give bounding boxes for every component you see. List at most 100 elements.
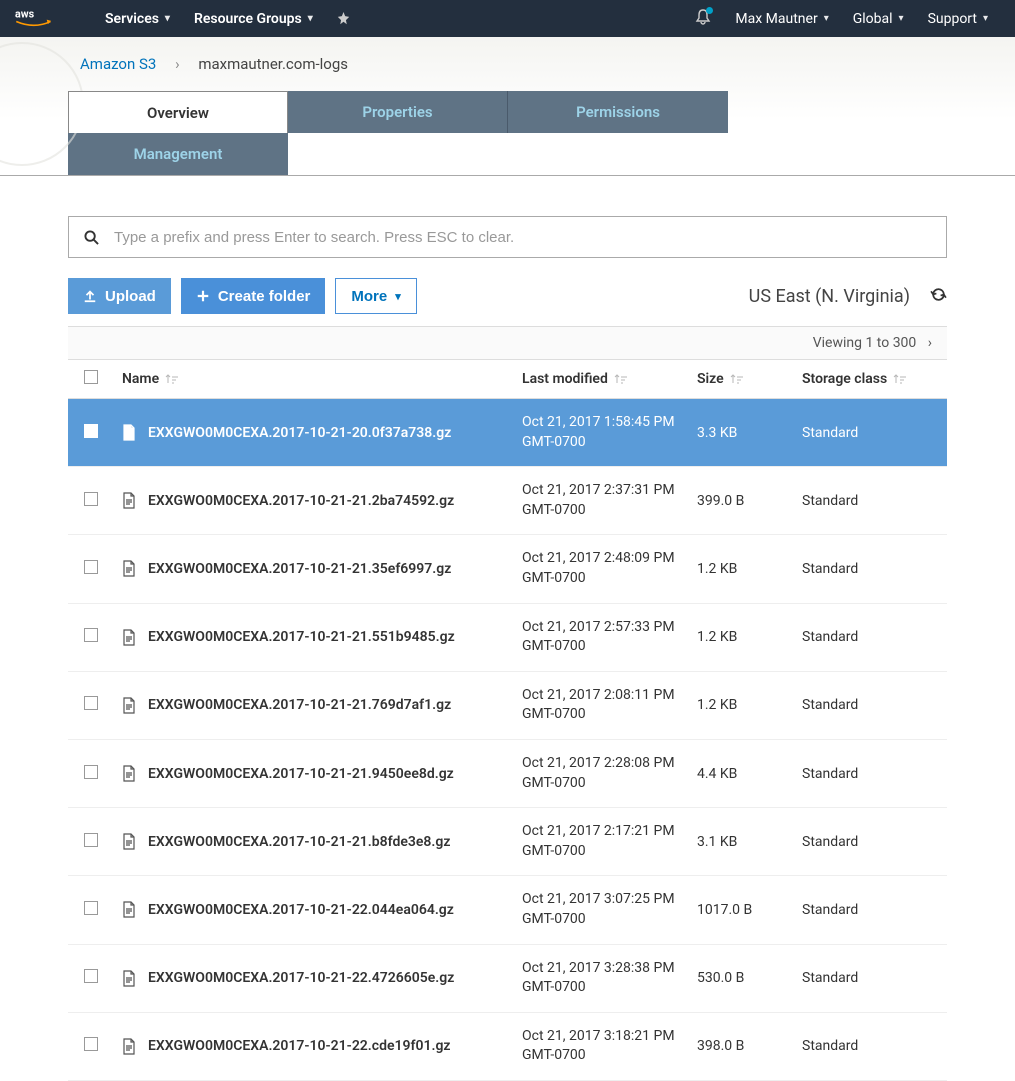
search-input[interactable] — [114, 229, 931, 246]
row-checkbox[interactable] — [84, 833, 98, 847]
object-storage-class: Standard — [794, 467, 947, 535]
table-row[interactable]: EXXGWO0M0CEXA.2017-10-21-21.9450ee8d.gz O… — [68, 739, 947, 807]
col-last-modified[interactable]: Last modified — [514, 360, 689, 399]
object-size: 1.2 KB — [689, 671, 794, 739]
chevron-down-icon: ▾ — [983, 13, 988, 24]
object-tz: GMT-0700 — [522, 1046, 681, 1066]
row-checkbox[interactable] — [84, 1037, 98, 1051]
object-name[interactable]: EXXGWO0M0CEXA.2017-10-21-22.cde19f01.gz — [148, 1038, 451, 1054]
upload-button[interactable]: Upload — [68, 278, 171, 314]
pin-icon[interactable] — [325, 12, 362, 25]
object-date: Oct 21, 2017 2:48:09 PM — [522, 549, 681, 569]
tab-management[interactable]: Management — [68, 133, 288, 175]
chevron-down-icon: ▾ — [308, 13, 313, 24]
object-name[interactable]: EXXGWO0M0CEXA.2017-10-21-21.551b9485.gz — [148, 629, 455, 645]
object-name[interactable]: EXXGWO0M0CEXA.2017-10-21-22.4726605e.gz — [148, 970, 454, 986]
object-storage-class: Standard — [794, 808, 947, 876]
row-checkbox[interactable] — [84, 560, 98, 574]
breadcrumb: Amazon S3 › maxmautner.com-logs — [0, 37, 1015, 91]
object-date: Oct 21, 2017 3:18:21 PM — [522, 1027, 681, 1047]
object-name[interactable]: EXXGWO0M0CEXA.2017-10-21-20.0f37a738.gz — [148, 425, 451, 441]
sort-icon — [893, 371, 907, 387]
tab-bar-row2: Management — [68, 133, 1015, 175]
refresh-button[interactable] — [930, 286, 947, 307]
object-date: Oct 21, 2017 2:17:21 PM — [522, 822, 681, 842]
file-icon — [122, 1038, 138, 1055]
file-icon — [122, 424, 138, 441]
table-row[interactable]: EXXGWO0M0CEXA.2017-10-21-22.4726605e.gzO… — [68, 944, 947, 1012]
col-size[interactable]: Size — [689, 360, 794, 399]
chevron-down-icon: ▾ — [824, 13, 829, 24]
notifications-icon[interactable] — [683, 9, 723, 29]
table-row[interactable]: EXXGWO0M0CEXA.2017-10-21-22.044ea064.gzO… — [68, 876, 947, 944]
object-storage-class: Standard — [794, 944, 947, 1012]
chevron-down-icon: ▾ — [395, 290, 401, 303]
row-checkbox[interactable] — [84, 696, 98, 710]
table-row[interactable]: EXXGWO0M0CEXA.2017-10-21-20.0f37a738.gzO… — [68, 399, 947, 467]
user-menu[interactable]: Max Mautner▾ — [723, 11, 840, 27]
file-icon — [122, 492, 138, 509]
row-checkbox[interactable] — [84, 969, 98, 983]
support-menu[interactable]: Support▾ — [916, 11, 1000, 27]
sort-icon — [165, 371, 179, 387]
chevron-right-icon: › — [175, 55, 180, 73]
object-tz: GMT-0700 — [522, 569, 681, 589]
object-name[interactable]: EXXGWO0M0CEXA.2017-10-21-21.2ba74592.gz — [148, 493, 454, 509]
table-row[interactable]: EXXGWO0M0CEXA.2017-10-21-21.2ba74592.gz O… — [68, 467, 947, 535]
tab-properties[interactable]: Properties — [288, 91, 508, 133]
col-name[interactable]: Name — [114, 360, 514, 399]
object-table: Name Last modified Size Storage class EX… — [68, 360, 947, 1081]
object-size: 3.1 KB — [689, 808, 794, 876]
object-size: 3.3 KB — [689, 399, 794, 467]
file-icon — [122, 697, 138, 714]
col-storage-class[interactable]: Storage class — [794, 360, 947, 399]
object-tz: GMT-0700 — [522, 501, 681, 521]
object-size: 1.2 KB — [689, 535, 794, 603]
resource-groups-menu[interactable]: Resource Groups▾ — [182, 11, 325, 27]
aws-logo[interactable]: aws — [15, 7, 53, 31]
create-folder-button[interactable]: Create folder — [181, 278, 326, 314]
object-size: 399.0 B — [689, 467, 794, 535]
object-name[interactable]: EXXGWO0M0CEXA.2017-10-21-21.35ef6997.gz — [148, 561, 451, 577]
plus-icon — [196, 289, 210, 303]
pagination-text: Viewing 1 to 300 — [813, 335, 917, 351]
object-name[interactable]: EXXGWO0M0CEXA.2017-10-21-21.9450ee8d.gz — [148, 766, 454, 782]
tab-permissions[interactable]: Permissions — [508, 91, 728, 133]
services-menu[interactable]: Services▾ — [93, 11, 182, 27]
row-checkbox[interactable] — [84, 901, 98, 915]
chevron-right-icon[interactable]: › — [928, 335, 932, 351]
table-row[interactable]: EXXGWO0M0CEXA.2017-10-21-22.cde19f01.gz O… — [68, 1012, 947, 1080]
table-row[interactable]: EXXGWO0M0CEXA.2017-10-21-21.b8fde3e8.gz O… — [68, 808, 947, 876]
tab-overview[interactable]: Overview — [68, 91, 288, 133]
breadcrumb-bucket: maxmautner.com-logs — [198, 55, 348, 73]
table-row[interactable]: EXXGWO0M0CEXA.2017-10-21-21.769d7af1.gz O… — [68, 671, 947, 739]
object-size: 1017.0 B — [689, 876, 794, 944]
object-date: Oct 21, 2017 2:08:11 PM — [522, 686, 681, 706]
object-storage-class: Standard — [794, 876, 947, 944]
table-row[interactable]: EXXGWO0M0CEXA.2017-10-21-21.35ef6997.gz O… — [68, 535, 947, 603]
breadcrumb-root-link[interactable]: Amazon S3 — [80, 55, 156, 73]
table-row[interactable]: EXXGWO0M0CEXA.2017-10-21-21.551b9485.gz O… — [68, 603, 947, 671]
row-checkbox[interactable] — [84, 628, 98, 642]
object-storage-class: Standard — [794, 535, 947, 603]
more-button[interactable]: More ▾ — [335, 278, 416, 314]
object-name[interactable]: EXXGWO0M0CEXA.2017-10-21-21.b8fde3e8.gz — [148, 834, 450, 850]
object-date: Oct 21, 2017 2:57:33 PM — [522, 618, 681, 638]
tab-bar: Overview Properties Permissions — [68, 91, 1015, 133]
region-menu[interactable]: Global▾ — [841, 11, 916, 27]
object-size: 398.0 B — [689, 1012, 794, 1080]
select-all-checkbox[interactable] — [84, 370, 98, 384]
row-checkbox[interactable] — [84, 765, 98, 779]
object-storage-class: Standard — [794, 603, 947, 671]
chevron-down-icon: ▾ — [165, 13, 170, 24]
row-checkbox[interactable] — [84, 492, 98, 506]
row-checkbox[interactable] — [84, 424, 98, 438]
object-name[interactable]: EXXGWO0M0CEXA.2017-10-21-21.769d7af1.gz — [148, 697, 451, 713]
bucket-region-label: US East (N. Virginia) — [749, 286, 910, 307]
action-row: Upload Create folder More ▾ US East (N. … — [68, 278, 947, 314]
object-date: Oct 21, 2017 2:28:08 PM — [522, 754, 681, 774]
search-icon — [84, 230, 99, 245]
object-tz: GMT-0700 — [522, 910, 681, 930]
search-box[interactable] — [68, 216, 947, 258]
object-date: Oct 21, 2017 2:37:31 PM — [522, 481, 681, 501]
